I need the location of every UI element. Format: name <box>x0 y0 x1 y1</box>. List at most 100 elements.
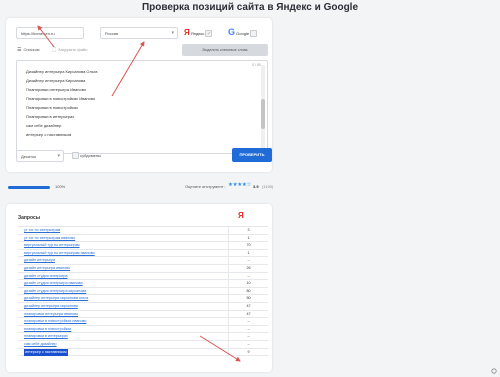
check-button[interactable]: ПРОВЕРИТЬ <box>232 148 272 162</box>
tab-upload-file[interactable]: 🗋 Загрузить файл <box>52 47 88 55</box>
position-value: 80 <box>228 287 268 295</box>
position-value: 1 <box>228 249 268 257</box>
position-value: – <box>228 318 268 326</box>
query-link[interactable]: виртуальный тур по интерьерам иваново <box>24 250 95 257</box>
query-link[interactable]: дизайн студия интерьера кирсанова <box>24 288 86 295</box>
progress-label: 100% <box>55 184 66 189</box>
position-value: 3 <box>228 227 268 234</box>
rating-value: 3.9 <box>253 184 259 189</box>
subdomains-checkbox[interactable] <box>72 152 79 160</box>
keyword-line: Планировки интерьера Иваново <box>26 87 87 92</box>
table-row: дизайн интерьера иваново 26 <box>18 264 268 273</box>
keyword-line: Дизайнер интерьера Кирсанова <box>26 78 86 83</box>
scroll-thumb[interactable] <box>261 99 265 129</box>
query-link[interactable]: дизайнер интерьера кирсанова ольга <box>24 295 88 302</box>
rating-label: Оцените инструмент: <box>185 184 225 189</box>
keywords-textarea[interactable]: 0 / 50 Дизайнер интерьера Кирсанова Ольг… <box>16 60 268 154</box>
position-value: – <box>228 340 268 348</box>
results-title: Запросы <box>18 215 41 221</box>
position-value: 26 <box>228 264 268 272</box>
table-row: дизайн студия интерьера кирсанова 80 <box>18 287 268 296</box>
yandex-label: Яндекс <box>190 31 205 36</box>
google-option[interactable]: G Google <box>228 28 258 38</box>
position-value: – <box>228 257 268 265</box>
chevron-down-icon: ▾ <box>171 30 174 36</box>
chevron-down-icon: ▾ <box>57 153 60 159</box>
query-link[interactable]: планировки в новостройках <box>24 326 71 333</box>
subdomains-option[interactable]: субдомены <box>72 152 101 160</box>
page-title: Проверка позиций сайта в Яндекс и Google <box>141 2 359 13</box>
tab-file-label: Загрузить файл <box>58 47 88 52</box>
position-value: 50 <box>228 295 268 303</box>
position-value: 47 <box>228 310 268 318</box>
query-link[interactable]: ут тог по интерьерам <box>24 227 60 234</box>
query-link[interactable]: дизайн студия интерьера иваново <box>24 280 83 287</box>
query-link[interactable]: планировки в интерьерах <box>24 333 68 340</box>
query-link[interactable]: планировки в новостройках иваново <box>24 318 86 325</box>
highlight-keywords-button[interactable]: Выделить ключевые слова <box>182 44 268 56</box>
query-link[interactable]: сам себе дизайнер <box>24 341 57 348</box>
table-row: виртуальный тур по интерьерам иваново 1 <box>18 249 268 258</box>
yandex-option[interactable]: Я Яндекс ✓ <box>184 28 213 38</box>
table-row: ут тог по интерьерам 3 <box>18 227 268 235</box>
list-icon: ☰ <box>17 47 22 53</box>
keyword-line: интерьер с наставником <box>26 132 72 137</box>
file-icon: 🗋 <box>52 47 57 53</box>
position-value: – <box>228 325 268 333</box>
table-row: планировки в новостройках иваново – <box>18 318 268 326</box>
query-link[interactable]: интерьер с наставником <box>24 348 68 356</box>
query-link[interactable]: дизайн студия интерьера <box>24 273 68 280</box>
google-label: Google <box>236 31 250 36</box>
yandex-checkbox[interactable]: ✓ <box>205 30 213 38</box>
keyword-line: Планировки в интерьерах <box>26 114 75 119</box>
check-form-card: https://home-vrn.ru Россия ▾ Я Яндекс ✓ … <box>6 18 272 172</box>
table-row: дизайн интерьера – <box>18 257 268 265</box>
query-link[interactable]: дизайн интерьера иваново <box>24 265 70 272</box>
google-checkbox[interactable] <box>250 30 258 38</box>
table-row: дизайнер интерьера кирсанова 47 <box>18 302 268 311</box>
table-row: дизайн студия интерьера – <box>18 272 268 281</box>
table-row: планировки интерьера иваново 47 <box>18 310 268 319</box>
site-url-input[interactable]: https://home-vrn.ru <box>16 27 84 39</box>
table-row: дизайнер интерьера кирсанова ольга 50 <box>18 295 268 303</box>
position-value: 10 <box>228 280 268 288</box>
table-row: ут тог по интерьерам иваново 1 <box>18 234 268 243</box>
keyword-counter: 0 / 50 <box>252 63 261 67</box>
subdomains-label: субдомены <box>80 153 101 158</box>
results-table: ут тог по интерьерам 3 ут тог по интерьера… <box>18 226 268 357</box>
yandex-logo-icon: Я <box>238 211 244 220</box>
query-link[interactable]: дизайнер интерьера кирсанова <box>24 303 78 310</box>
settings-icon[interactable] <box>491 368 497 374</box>
yandex-logo-icon: Я <box>184 28 190 37</box>
tab-list-label: Списком <box>23 47 40 52</box>
keyword-line: Дизайнер интерьера Кирсанова Ольга <box>26 69 98 74</box>
region-value: Россия <box>105 31 119 36</box>
table-row: виртуальный тур по интерьерам 70 <box>18 242 268 250</box>
progress-fill <box>8 186 50 189</box>
position-value: – <box>228 333 268 341</box>
results-card: Запросы Я ут тог по интерьерам 3 ут тог по… <box>6 204 272 372</box>
depth-select[interactable]: Десяток ▾ <box>16 150 64 162</box>
query-link[interactable]: дизайн интерьера <box>24 257 55 264</box>
textarea-scrollbar[interactable] <box>261 65 265 151</box>
query-link[interactable]: планировки интерьера иваново <box>24 311 78 318</box>
table-row: планировки в интерьерах – <box>18 333 268 341</box>
table-row: интерьер с наставником 9 <box>18 348 268 357</box>
position-value: 9 <box>228 348 268 356</box>
tab-list[interactable]: ☰ Списком <box>17 47 40 53</box>
keyword-line: сам себе дизайнер <box>26 123 62 128</box>
keyword-line: Планировки в новостройках <box>26 105 79 110</box>
table-row: дизайн студия интерьера иваново 10 <box>18 280 268 288</box>
region-select[interactable]: Россия ▾ <box>100 27 178 39</box>
position-value: 1 <box>228 234 268 242</box>
rating-stars[interactable]: ★★★★☆ <box>228 182 251 188</box>
query-link[interactable]: виртуальный тур по интерьерам <box>24 242 80 249</box>
rating-votes: (1190) <box>262 184 274 189</box>
table-row: планировки в новостройках – <box>18 325 268 334</box>
position-value: – <box>228 272 268 280</box>
keyword-line: Планировки в новостройках Иваново <box>26 96 96 101</box>
table-row: сам себе дизайнер – <box>18 340 268 349</box>
depth-value: Десяток <box>21 154 36 159</box>
position-value: 47 <box>228 302 268 310</box>
query-link[interactable]: ут тог по интерьерам иваново <box>24 235 75 242</box>
